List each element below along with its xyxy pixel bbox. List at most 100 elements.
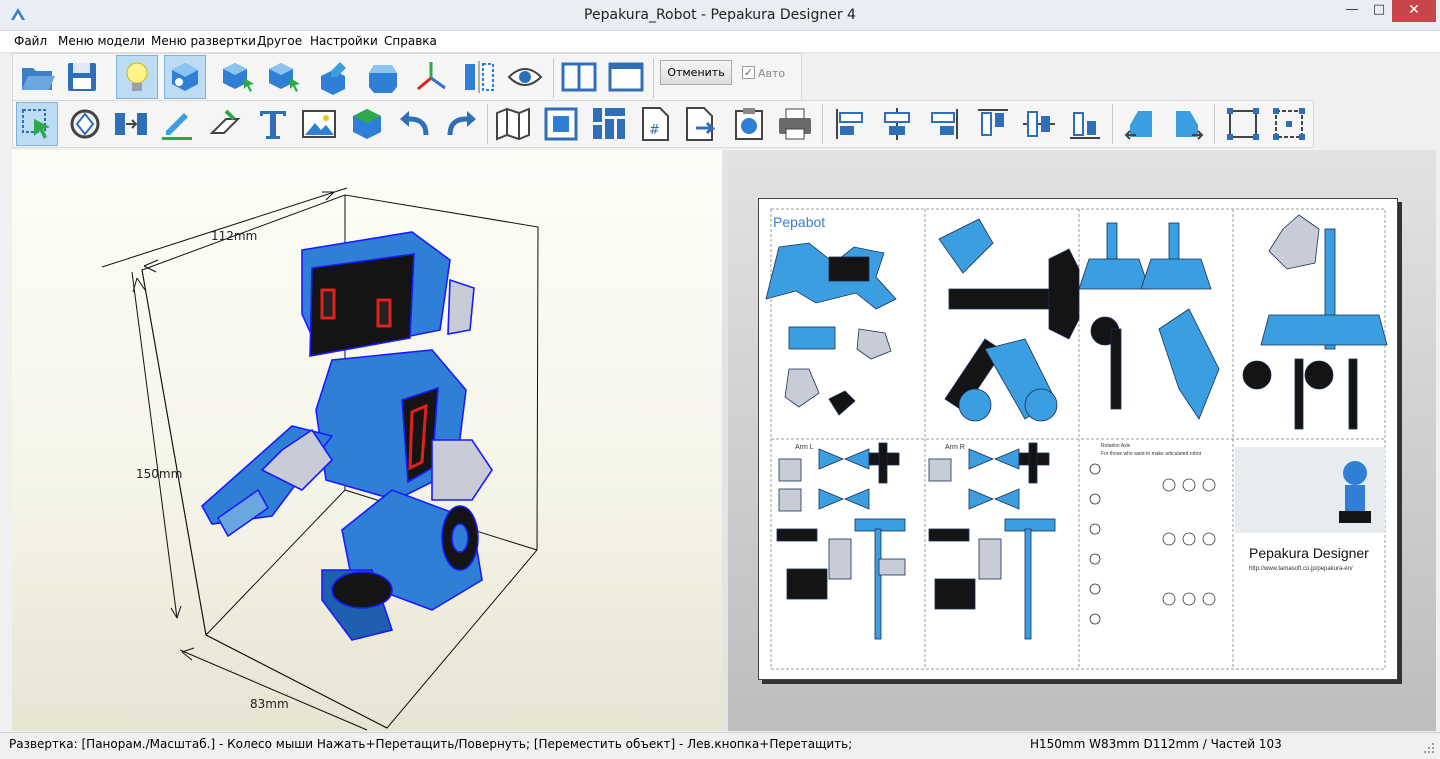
open-folder-icon <box>22 68 55 90</box>
undo-button[interactable] <box>394 102 436 146</box>
rotate-left-button[interactable] <box>1120 102 1162 146</box>
align-left-icon <box>836 109 863 139</box>
rotate-icon <box>70 109 100 139</box>
3d-view-panel[interactable]: 112mm 150mm 83mm <box>12 150 722 731</box>
status-hint-text: Развертка: [Панорам./Масштаб.] - Колесо … <box>9 737 853 751</box>
pepakura-brand-label: Pepakura Designer <box>1249 545 1369 561</box>
rotate-button[interactable] <box>64 102 106 146</box>
group-button[interactable] <box>1222 102 1264 146</box>
fit-page-icon <box>544 107 578 141</box>
toolbar-separator <box>822 104 823 144</box>
align-center-button[interactable] <box>876 102 918 146</box>
page-number-button[interactable]: # <box>634 102 676 146</box>
mirror-button[interactable] <box>458 55 500 99</box>
align-left-button[interactable] <box>830 102 872 146</box>
join-icon <box>115 113 147 135</box>
split-view-button[interactable] <box>558 55 600 99</box>
print-preview-button[interactable] <box>728 102 770 146</box>
menu-model[interactable]: Меню модели <box>58 34 145 48</box>
hexagon-cube-icon <box>369 65 397 93</box>
toolbar-separator <box>1214 104 1215 144</box>
arm-right-label: Arm R <box>945 444 965 451</box>
toolbar-separator <box>653 58 654 98</box>
dimension-depth-label: 83mm <box>250 697 289 711</box>
redo-button[interactable] <box>440 102 482 146</box>
menu-help[interactable]: Справка <box>384 34 437 48</box>
resize-grip-icon[interactable] <box>1422 741 1436 755</box>
robot-3d-model[interactable]: 112mm 150mm 83mm <box>12 150 722 731</box>
ungroup-icon <box>1273 108 1305 140</box>
move-cube-icon <box>269 63 300 92</box>
articulated-note-label: For those who want to make articulated r… <box>1101 451 1202 457</box>
save-button[interactable] <box>61 55 103 99</box>
ungroup-button[interactable] <box>1268 102 1310 146</box>
axes-button[interactable] <box>410 55 452 99</box>
text-icon <box>260 111 286 139</box>
fit-page-button[interactable] <box>540 102 582 146</box>
draw-line-button[interactable] <box>156 102 198 146</box>
svg-text:#: # <box>649 123 660 138</box>
undo-icon <box>400 111 429 136</box>
axes-icon <box>417 62 446 91</box>
printer-icon <box>779 108 811 140</box>
open-button[interactable] <box>17 55 59 99</box>
toolbar-separator <box>487 104 488 144</box>
menu-other[interactable]: Другое <box>257 34 302 48</box>
texture-toggle-button[interactable] <box>164 55 206 99</box>
align-middle-icon <box>1023 111 1055 137</box>
layout-button[interactable] <box>588 102 630 146</box>
text-button[interactable] <box>252 102 294 146</box>
pencil-line-icon <box>162 113 192 140</box>
cancel-button[interactable]: Отменить <box>660 60 732 85</box>
edit-cube-button[interactable] <box>316 55 358 99</box>
unfold-map-button[interactable] <box>492 102 534 146</box>
light-toggle-button[interactable] <box>116 55 158 99</box>
menu-settings[interactable]: Настройки <box>310 34 378 48</box>
mirror-icon <box>465 61 494 93</box>
select-cube-icon <box>223 63 254 92</box>
solid-button[interactable] <box>362 55 404 99</box>
pattern-title: Pepabot <box>773 214 825 230</box>
menu-file[interactable]: Файл <box>14 34 47 48</box>
image-button[interactable] <box>298 102 340 146</box>
export-button[interactable] <box>680 102 722 146</box>
save-icon <box>68 63 96 91</box>
close-button[interactable]: ✕ <box>1392 0 1436 22</box>
two-pane-icon <box>561 62 597 92</box>
select-face-button[interactable] <box>218 55 260 99</box>
select-move-button[interactable] <box>16 102 58 146</box>
eye-refresh-icon <box>507 68 543 86</box>
align-right-button[interactable] <box>922 102 964 146</box>
pattern-sheet[interactable]: Pepabot Arm L Arm R Rotation Axis For th… <box>759 199 1399 681</box>
pattern-page[interactable]: Pepabot Arm L Arm R Rotation Axis For th… <box>758 198 1398 680</box>
align-top-icon <box>978 109 1008 136</box>
align-top-button[interactable] <box>972 102 1014 146</box>
cube-button[interactable] <box>346 102 388 146</box>
arm-left-label: Arm L <box>795 444 814 451</box>
rotate-right-button[interactable] <box>1166 102 1208 146</box>
map-icon <box>496 107 530 141</box>
group-icon <box>1227 108 1259 140</box>
print-icon <box>735 108 763 140</box>
model-size-status: H150mm W83mm D112mm / Частей 103 <box>1030 737 1282 751</box>
one-pane-icon <box>608 62 644 92</box>
align-middle-button[interactable] <box>1018 102 1060 146</box>
fold-line-icon <box>209 109 241 134</box>
maximize-button[interactable]: □ <box>1366 0 1392 22</box>
minimize-button[interactable]: — <box>1338 0 1366 22</box>
align-center-icon <box>884 108 910 140</box>
align-bottom-button[interactable] <box>1064 102 1106 146</box>
layout-icon <box>593 108 625 139</box>
fold-line-button[interactable] <box>204 102 246 146</box>
join-button[interactable] <box>110 102 152 146</box>
toolbar-separator <box>553 58 554 98</box>
rotation-axis-label: Rotation Axis <box>1101 443 1131 449</box>
single-view-button[interactable] <box>605 55 647 99</box>
view-button[interactable] <box>504 55 546 99</box>
select-part-button[interactable] <box>264 55 306 99</box>
auto-checkbox[interactable]: ✓ <box>742 66 755 79</box>
menu-bar: Файл Меню модели Меню развертки Другое Н… <box>0 31 1440 53</box>
menu-unfold[interactable]: Меню развертки <box>151 34 256 48</box>
print-button[interactable] <box>774 102 816 146</box>
toolbar-separator <box>1112 104 1113 144</box>
